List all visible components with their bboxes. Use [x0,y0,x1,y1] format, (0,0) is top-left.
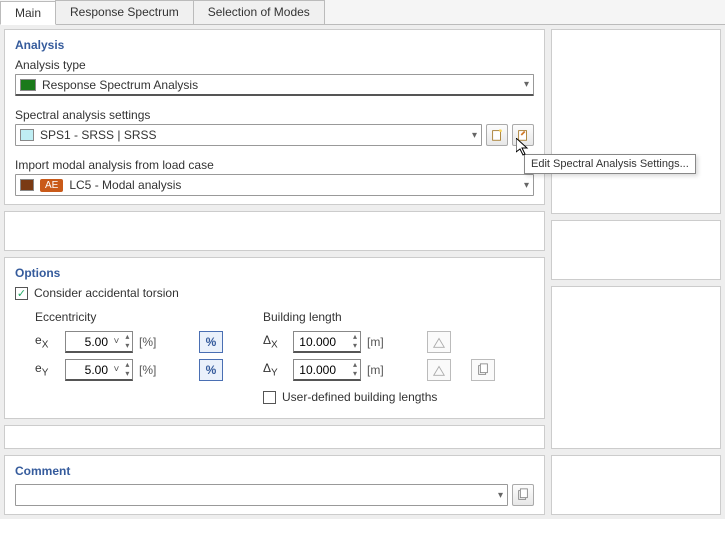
import-badge: AE [40,179,63,192]
eccentricity-row-ey: eY ˅ ▴▾ [%] % [35,358,223,382]
tab-selection-of-modes[interactable]: Selection of Modes [193,0,325,24]
eccentricity-group: Eccentricity eX ˅ ▴▾ [%] % eY [35,310,223,410]
user-defined-checkbox[interactable]: ✓ [263,391,276,404]
user-defined-row: ✓ User-defined building lengths [263,390,495,404]
spin-down-icon[interactable]: ▾ [123,370,132,379]
ex-value-input[interactable] [66,334,110,350]
unit: [%] [139,363,167,377]
chevron-down-icon: ▾ [524,180,529,191]
import-modal-value: LC5 - Modal analysis [69,178,181,192]
building-row-dy: ΔY ▴▾ [m] [263,358,495,382]
building-icon [432,363,446,377]
comment-copy-button[interactable] [512,484,534,506]
swatch-icon [20,79,36,91]
eccentricity-row-ex: eX ˅ ▴▾ [%] % [35,330,223,354]
tab-main[interactable]: Main [0,1,56,25]
ey-value-input[interactable] [66,362,110,378]
tabs: Main Response Spectrum Selection of Mode… [0,0,725,25]
spin-down-icon[interactable]: ▾ [350,342,360,351]
tab-label: Selection of Modes [208,5,310,19]
dx-value-spinner[interactable]: ▴▾ [293,331,361,353]
analysis-title: Analysis [15,38,534,52]
chevron-down-icon[interactable]: ˅ [110,336,123,347]
spacer-panel-1 [4,211,545,251]
import-modal-label: Import modal analysis from load case [15,158,534,172]
dy-value-input[interactable] [294,362,338,378]
swatch-icon [20,129,34,141]
chevron-down-icon[interactable]: ˅ [110,364,123,375]
spacer-panel-2 [4,425,545,449]
new-spectral-settings-button[interactable] [486,124,508,146]
chevron-down-icon: ▾ [472,130,477,141]
chevron-down-icon: ▾ [524,79,529,90]
spin-down-icon[interactable]: ▾ [123,342,132,351]
dy-action-button[interactable] [427,359,451,381]
options-panel: Options ✓ Consider accidental torsion Ec… [4,257,545,419]
tab-label: Response Spectrum [70,5,179,19]
comment-panel: Comment ▾ [4,455,545,515]
accidental-torsion-label: Consider accidental torsion [34,286,179,300]
tooltip: Edit Spectral Analysis Settings... [524,154,696,174]
preview-panel-2 [551,220,721,280]
swatch-icon [20,179,34,191]
tab-response-spectrum[interactable]: Response Spectrum [55,0,194,24]
options-title: Options [15,266,534,280]
edit-spectral-settings-button[interactable] [512,124,534,146]
new-file-icon [490,128,504,142]
analysis-panel: Analysis Analysis type Response Spectrum… [4,29,545,205]
dx-action-button[interactable] [427,331,451,353]
preview-panel-3 [551,286,721,449]
copy-icon [516,488,530,502]
building-length-group: Building length ΔX ▴▾ [m] [263,310,495,410]
ey-value-spinner[interactable]: ˅ ▴▾ [65,359,133,381]
accidental-torsion-row: ✓ Consider accidental torsion [15,286,534,300]
row-label: ΔY [263,361,287,378]
unit: [%] [139,335,167,349]
copy-icon [476,363,490,377]
ex-value-spinner[interactable]: ˅ ▴▾ [65,331,133,353]
edit-file-icon [516,128,530,142]
row-label: ΔX [263,333,287,350]
row-label: eY [35,361,59,378]
tab-label: Main [15,6,41,20]
building-length-title: Building length [263,310,495,324]
accidental-torsion-checkbox[interactable]: ✓ [15,287,28,300]
tooltip-text: Edit Spectral Analysis Settings... [531,158,689,170]
spectral-settings-label: Spectral analysis settings [15,108,534,122]
chevron-down-icon: ▾ [498,490,503,501]
analysis-type-select[interactable]: Response Spectrum Analysis ▾ [15,74,534,96]
building-row-dx: ΔX ▴▾ [m] [263,330,495,354]
analysis-type-value: Response Spectrum Analysis [42,78,198,92]
spectral-settings-value: SPS1 - SRSS | SRSS [40,128,157,142]
eccentricity-title: Eccentricity [35,310,223,324]
copy-button[interactable] [471,359,495,381]
dx-value-input[interactable] [294,334,338,350]
comment-title: Comment [15,464,534,478]
row-label: eX [35,333,59,350]
spectral-settings-select[interactable]: SPS1 - SRSS | SRSS ▾ [15,124,482,146]
unit: [m] [367,363,395,377]
preview-panel-4 [551,455,721,515]
ey-percent-button[interactable]: % [199,359,223,381]
options-grid: Eccentricity eX ˅ ▴▾ [%] % eY [15,310,534,410]
unit: [m] [367,335,395,349]
main-layout: Analysis Analysis type Response Spectrum… [0,25,725,519]
ex-percent-button[interactable]: % [199,331,223,353]
user-defined-label: User-defined building lengths [282,390,437,404]
import-modal-select[interactable]: AE LC5 - Modal analysis ▾ [15,174,534,196]
spin-down-icon[interactable]: ▾ [350,370,360,379]
analysis-type-label: Analysis type [15,58,534,72]
dy-value-spinner[interactable]: ▴▾ [293,359,361,381]
right-column [551,29,721,515]
comment-select[interactable]: ▾ [15,484,508,506]
preview-panel-1 [551,29,721,214]
left-column: Analysis Analysis type Response Spectrum… [4,29,545,515]
building-icon [432,335,446,349]
